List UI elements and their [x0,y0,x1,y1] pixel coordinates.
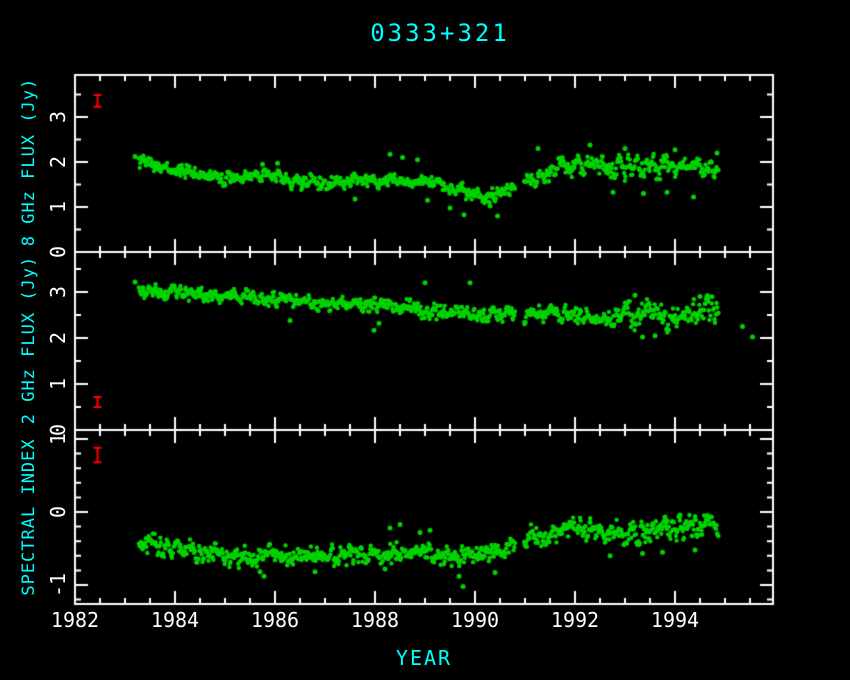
y-axis-label-2ghz-flux: 2 GHz FLUX (Jy) [19,256,39,425]
y-tick-label: 1 [46,378,70,390]
y-tick-label: 0 [46,246,70,258]
y-tick-label: 1 [46,433,70,445]
x-tick-label: 1992 [551,608,599,632]
y-tick-label: 1 [46,201,70,213]
x-tick-label: 1984 [151,608,199,632]
y-tick-label: 2 [46,156,70,168]
x-axis-label: YEAR [396,646,452,670]
y-axis-label-8ghz-flux: 8 GHz FLUX (Jy) [19,78,39,247]
x-tick-label: 1994 [651,608,699,632]
y-tick-label: -1 [46,573,70,597]
x-tick-label: 1986 [251,608,299,632]
y-tick-label: 2 [46,332,70,344]
y-tick-label: 3 [46,111,70,123]
light-curve-figure: 0333+321 8 GHz FLUX (Jy) 2 GHz FLUX (Jy)… [0,0,850,680]
plot-canvas [0,0,850,680]
x-tick-label: 1990 [451,608,499,632]
x-tick-label: 1988 [351,608,399,632]
y-tick-label: 3 [46,286,70,298]
y-tick-label: 0 [46,506,70,518]
y-axis-label-spectral-index: SPECTRAL INDEX [19,438,39,595]
chart-title: 0333+321 [370,19,510,47]
x-tick-label: 1982 [51,608,99,632]
